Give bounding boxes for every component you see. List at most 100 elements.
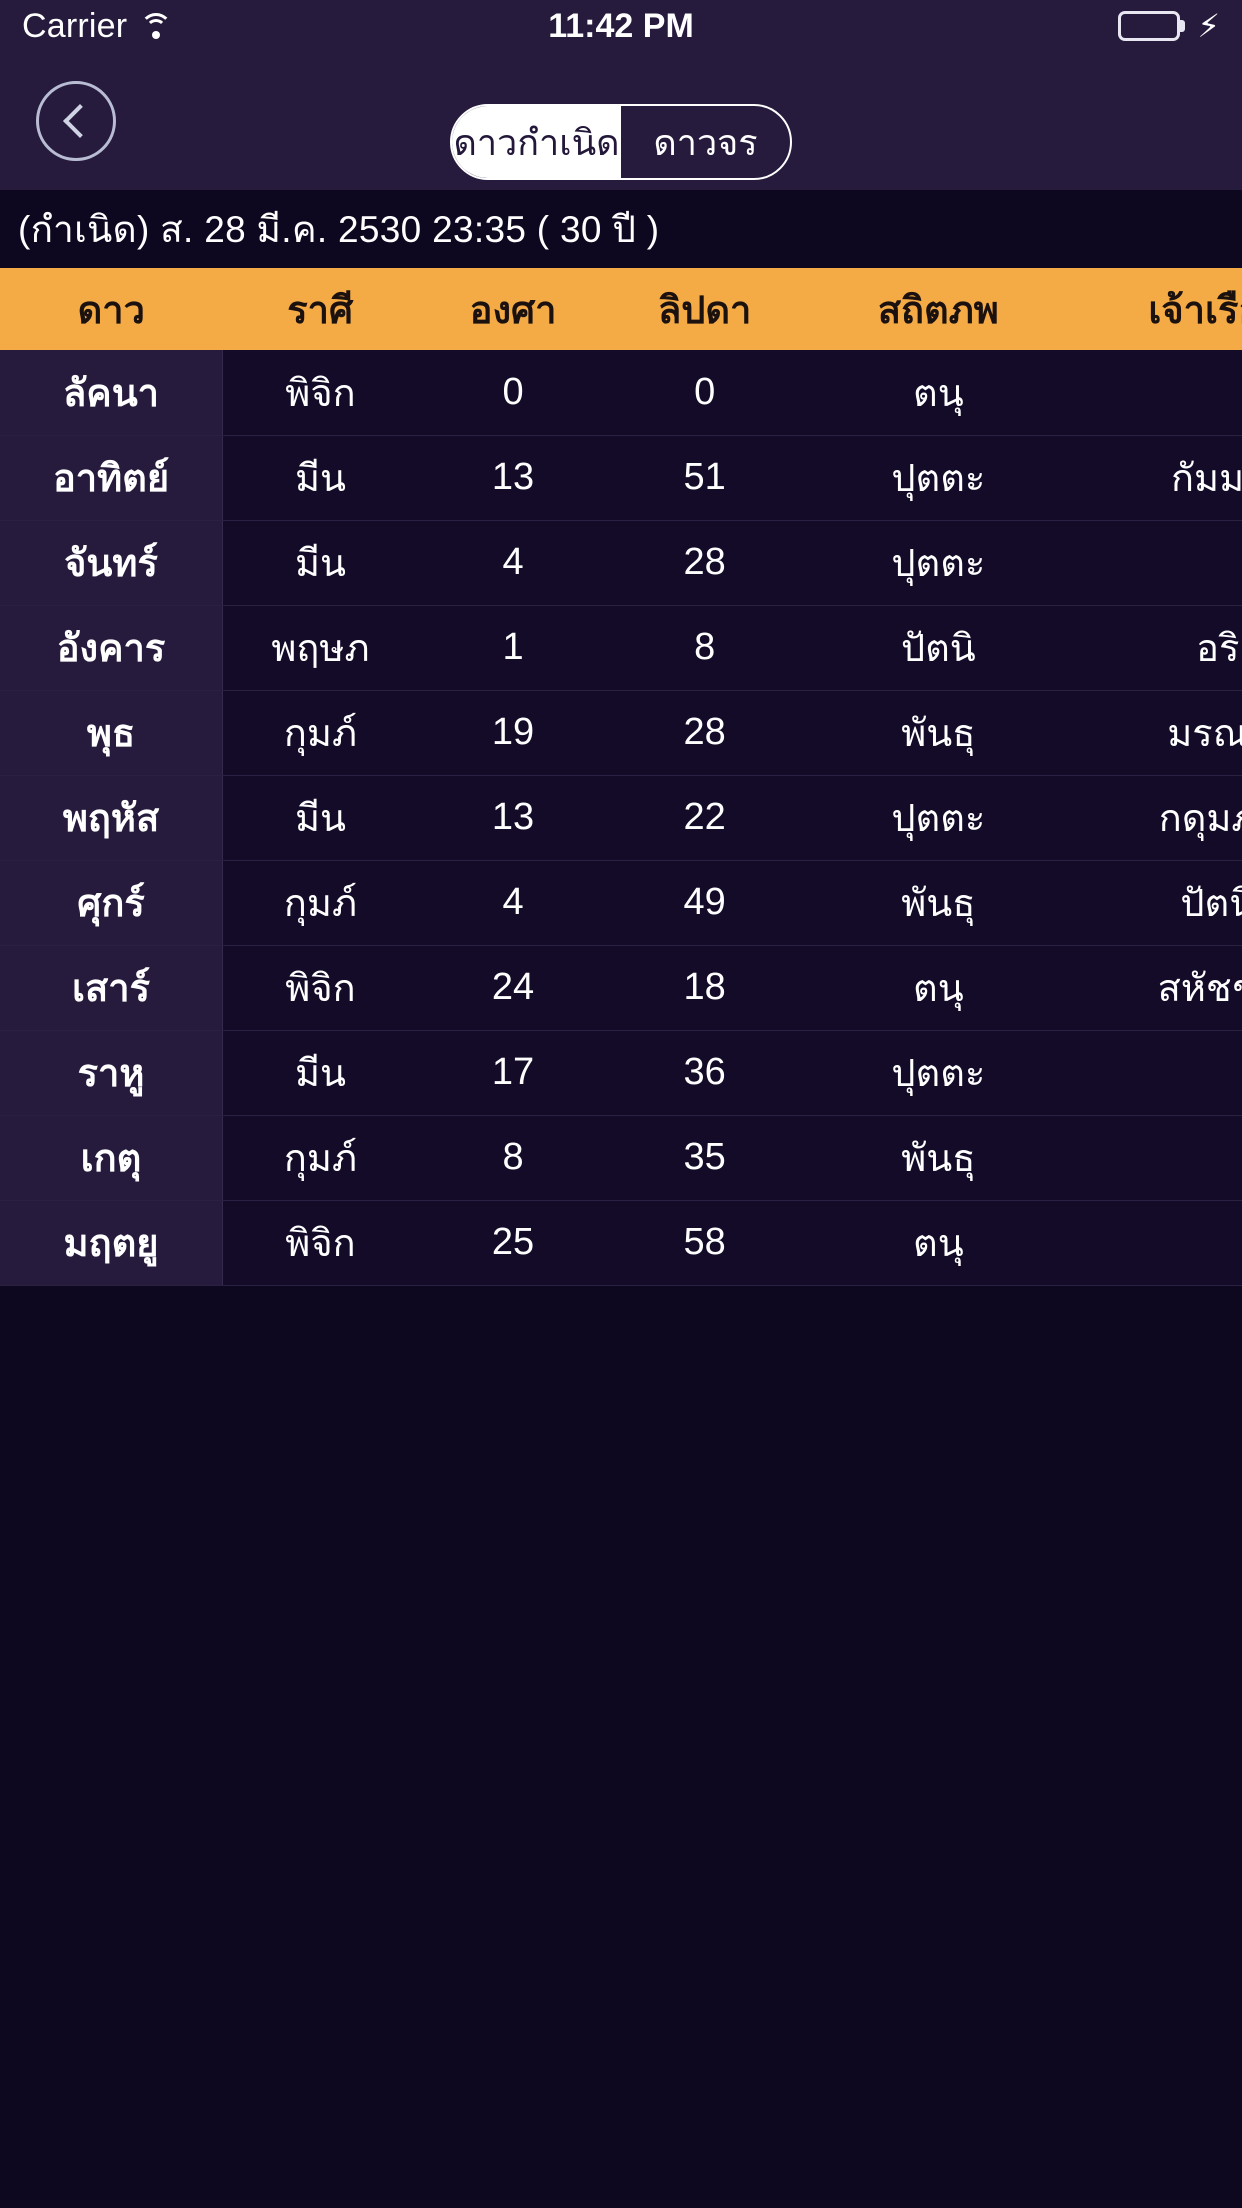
tab-natal-stars[interactable]: ดาวกำเนิด: [452, 106, 621, 178]
cell-lord: ปัตนิ: [1075, 860, 1242, 946]
status-bar-clock: 11:42 PM: [548, 6, 694, 45]
chevron-left-icon: [63, 104, 97, 138]
carrier-label: Carrier: [22, 6, 128, 45]
cell-degree: 25: [417, 1200, 609, 1286]
status-bar: Carrier 11:42 PM ⚡: [0, 0, 1242, 52]
cell-minute: 8: [608, 605, 802, 691]
cell-minute: 49: [608, 860, 802, 946]
cell-house: ตนุ: [801, 350, 1076, 436]
cell-minute: 22: [608, 775, 802, 861]
column-header-house: สถิตภพ: [801, 268, 1076, 350]
cell-sign: มีน: [222, 435, 418, 521]
planet-table: ดาว ราศี องศา ลิปดา สถิตภพ เจ้าเรือน ลัค…: [0, 268, 1242, 1286]
cell-lord: มรณะ: [1075, 690, 1242, 776]
cell-degree: 13: [417, 435, 609, 521]
table-row[interactable]: จันทร์ มีน 4 28 ปุตตะ: [0, 520, 1242, 606]
table-row[interactable]: ลัคนา พิจิก 0 0 ตนุ: [0, 350, 1242, 436]
cell-star: ราหู: [0, 1030, 224, 1116]
cell-house: พันธุ: [801, 860, 1076, 946]
cell-degree: 8: [417, 1115, 609, 1201]
cell-degree: 4: [417, 520, 609, 606]
cell-degree: 19: [417, 690, 609, 776]
cell-lord: [1075, 350, 1242, 436]
table-row[interactable]: อาทิตย์มีน1351ปุตตะกัมมะ: [0, 435, 1242, 521]
cell-minute: 18: [608, 945, 802, 1031]
cell-star: พุธ: [0, 690, 224, 776]
tab-transit-stars[interactable]: ดาวจร: [621, 106, 790, 178]
navigation-bar: ดาวกำเนิด ดาวจร: [0, 52, 1242, 190]
cell-star: เสาร์: [0, 945, 224, 1031]
cell-degree: 0: [417, 350, 609, 436]
column-header-minute: ลิปดา: [608, 268, 802, 350]
cell-star: เกตุ: [0, 1115, 224, 1201]
cell-minute: 36: [608, 1030, 802, 1116]
birth-date-bar: (กำเนิด) ส. 28 มี.ค. 2530 23:35 ( 30 ปี …: [0, 190, 1242, 268]
status-bar-left: Carrier: [22, 7, 173, 46]
status-bar-right: ⚡: [1117, 8, 1220, 44]
cell-star: ลัคนา: [0, 350, 224, 436]
column-header-sign: ราศี: [222, 268, 418, 350]
table-header-row: ดาว ราศี องศา ลิปดา สถิตภพ เจ้าเรือน: [0, 268, 1242, 350]
cell-degree: 1: [417, 605, 609, 691]
planet-table-container[interactable]: ดาว ราศี องศา ลิปดา สถิตภพ เจ้าเรือน ลัค…: [0, 268, 1242, 1286]
cell-lord: [1075, 1030, 1242, 1116]
cell-sign: มีน: [222, 520, 418, 606]
cell-star: จันทร์: [0, 520, 224, 606]
battery-icon: [1117, 11, 1185, 41]
cell-star: ศุกร์: [0, 860, 224, 946]
cell-degree: 17: [417, 1030, 609, 1116]
cell-house: ปุตตะ: [801, 1030, 1076, 1116]
cell-lord: กัมมะ: [1075, 435, 1242, 521]
cell-sign: มีน: [222, 1030, 418, 1116]
cell-house: พันธุ: [801, 1115, 1076, 1201]
table-row[interactable]: ศุกร์กุมภ์449พันธุปัตนิ: [0, 860, 1242, 946]
cell-minute: 51: [608, 435, 802, 521]
cell-lord: อริ: [1075, 605, 1242, 691]
cell-sign: กุมภ์: [222, 1115, 418, 1201]
segmented-control[interactable]: ดาวกำเนิด ดาวจร: [450, 104, 792, 180]
cell-minute: 28: [608, 520, 802, 606]
table-row[interactable]: เกตุ กุมภ์ 8 35 พันธุ: [0, 1115, 1242, 1201]
table-row[interactable]: พุธกุมภ์1928พันธุมรณะ: [0, 690, 1242, 776]
table-row[interactable]: พฤหัสมีน1322ปุตตะกดุมภะ: [0, 775, 1242, 861]
table-row[interactable]: อังคาร พฤษภ 1 8 ปัตนิ อริ: [0, 605, 1242, 691]
column-header-star: ดาว: [0, 268, 223, 350]
cell-house: ตนุ: [801, 1200, 1076, 1286]
cell-sign: พิจิก: [222, 945, 418, 1031]
cell-minute: 35: [608, 1115, 802, 1201]
wifi-icon: [139, 13, 173, 39]
cell-sign: พฤษภ: [222, 605, 418, 691]
cell-sign: พิจิก: [222, 1200, 418, 1286]
cell-lord: กดุมภะ: [1075, 775, 1242, 861]
cell-house: ปุตตะ: [801, 775, 1076, 861]
cell-house: พันธุ: [801, 690, 1076, 776]
cell-degree: 24: [417, 945, 609, 1031]
cell-star: อาทิตย์: [0, 435, 224, 521]
cell-star: อังคาร: [0, 605, 224, 691]
cell-house: ปุตตะ: [801, 520, 1076, 606]
table-row[interactable]: มฤตยู พิจิก 25 58 ตนุ: [0, 1200, 1242, 1286]
cell-lord: [1075, 1115, 1242, 1201]
table-body: ลัคนาพิจิก00ตนุอาทิตย์มีน1351ปุตตะกัมมะจ…: [0, 350, 1242, 1286]
cell-star: พฤหัส: [0, 775, 224, 861]
column-header-degree: องศา: [417, 268, 609, 350]
lightning-bolt-icon: ⚡: [1197, 8, 1220, 44]
back-button[interactable]: [36, 81, 116, 161]
cell-minute: 0: [608, 350, 802, 436]
cell-house: ตนุ: [801, 945, 1076, 1031]
cell-star: มฤตยู: [0, 1200, 224, 1286]
cell-minute: 28: [608, 690, 802, 776]
column-header-lord: เจ้าเรือน: [1075, 268, 1242, 350]
app-screen: Carrier 11:42 PM ⚡ ดาวกำเนิด ดาวจร (กำเน…: [0, 0, 1242, 2208]
cell-sign: กุมภ์: [222, 860, 418, 946]
cell-lord: [1075, 520, 1242, 606]
table-row[interactable]: ราหู มีน 17 36 ปุตตะ: [0, 1030, 1242, 1116]
cell-minute: 58: [608, 1200, 802, 1286]
table-row[interactable]: เสาร์พิจิก2418ตนุสหัชชะ: [0, 945, 1242, 1031]
cell-degree: 13: [417, 775, 609, 861]
cell-degree: 4: [417, 860, 609, 946]
cell-lord: สหัชชะ: [1075, 945, 1242, 1031]
cell-sign: มีน: [222, 775, 418, 861]
cell-lord: [1075, 1200, 1242, 1286]
cell-house: ปัตนิ: [801, 605, 1076, 691]
